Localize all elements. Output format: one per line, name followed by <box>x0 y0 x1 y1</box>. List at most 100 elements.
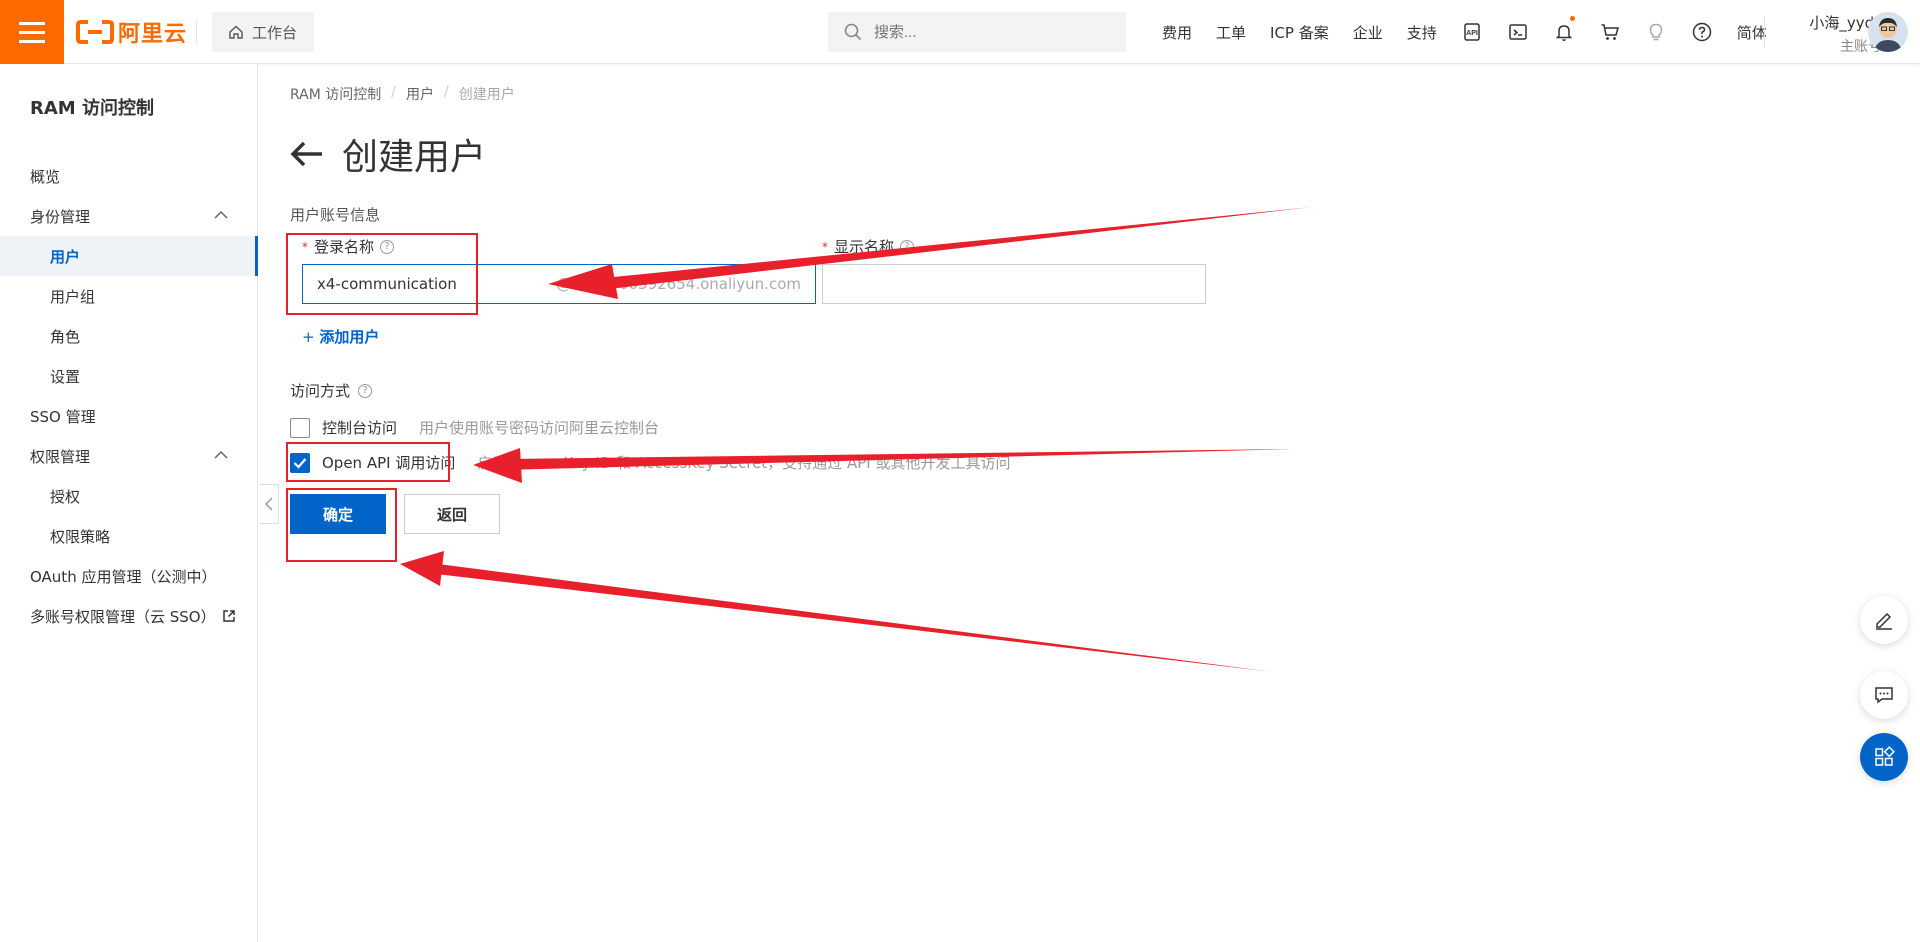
sidebar-item-label: SSO 管理 <box>30 407 96 426</box>
user-avatar-icon <box>1868 12 1908 52</box>
top-bar: 阿里云 工作台 费用 工单 ICP 备案 企业 支持 API <box>0 0 1920 64</box>
access-method-label: 访问方式 ? <box>290 380 373 401</box>
svg-text:API: API <box>1466 30 1478 37</box>
sidebar-item-overview[interactable]: 概览 <box>0 156 258 196</box>
nav-link-tickets[interactable]: 工单 <box>1204 22 1258 43</box>
back-button[interactable]: 返回 <box>404 494 500 534</box>
sidebar-item-permissions[interactable]: 权限管理 <box>0 436 258 476</box>
api-icon[interactable]: API <box>1449 0 1495 64</box>
divider <box>196 20 197 44</box>
api-access-checkbox[interactable] <box>290 452 310 473</box>
api-access-description: 启用 AccessKey ID 和 AccessKey Secret，支持通过 … <box>477 454 1011 472</box>
sidebar-collapse-button[interactable] <box>259 484 279 524</box>
login-name-label: * 登录名称 ? <box>302 236 395 257</box>
page-title: 创建用户 <box>342 137 487 178</box>
breadcrumb-item-users[interactable]: 用户 <box>406 84 434 104</box>
help-icon[interactable]: ? <box>358 383 373 398</box>
sidebar-item-label: 权限管理 <box>30 447 91 466</box>
sidebar-item-user-groups[interactable]: 用户组 <box>0 276 258 316</box>
search-icon <box>844 23 862 41</box>
help-icon[interactable]: ? <box>380 239 395 254</box>
sidebar-item-policies[interactable]: 权限策略 <box>0 516 258 556</box>
required-marker: * <box>822 239 828 254</box>
login-name-label-text: 登录名称 <box>314 238 375 256</box>
sidebar-item-label: 用户 <box>50 247 81 266</box>
add-user-button[interactable]: + 添加用户 <box>302 326 379 347</box>
aliyun-logo-mark-icon <box>76 20 114 44</box>
sidebar-item-label: 授权 <box>50 487 81 506</box>
sidebar-item-label: 多账号权限管理（云 SSO） <box>30 607 216 626</box>
sidebar-item-label: 角色 <box>50 327 81 346</box>
breadcrumb-item-ram[interactable]: RAM 访问控制 <box>290 84 381 104</box>
nav-link-fees[interactable]: 费用 <box>1150 22 1204 43</box>
apps-grid-icon <box>1875 746 1895 766</box>
plus-icon: + <box>302 328 320 346</box>
sidebar-item-label: 身份管理 <box>30 207 91 226</box>
page-header: 创建用户 <box>290 128 486 180</box>
external-link-icon <box>222 610 235 622</box>
nav-link-support[interactable]: 支持 <box>1395 22 1449 43</box>
add-user-label: 添加用户 <box>319 328 380 346</box>
sidebar: RAM 访问控制 概览 身份管理 用户 用户组 角色 设置 SSO 管理 权限管… <box>0 64 258 942</box>
sidebar-item-identity[interactable]: 身份管理 <box>0 196 258 236</box>
sidebar-item-label: 设置 <box>50 367 81 386</box>
chevron-up-icon <box>214 210 228 219</box>
required-marker: * <box>302 239 308 254</box>
chat-button[interactable] <box>1860 671 1908 719</box>
sidebar-item-roles[interactable]: 角色 <box>0 316 258 356</box>
lightbulb-icon[interactable] <box>1633 0 1679 64</box>
display-name-label: * 显示名称 ? <box>822 236 915 257</box>
apps-button[interactable] <box>1860 733 1908 781</box>
annotation-arrow <box>436 564 1273 672</box>
console-access-label: 控制台访问 <box>322 419 398 437</box>
breadcrumb-item-current: 创建用户 <box>458 87 515 103</box>
notification-dot <box>1569 16 1575 21</box>
workbench-button[interactable]: 工作台 <box>212 12 314 52</box>
terminal-icon[interactable] <box>1495 0 1541 64</box>
help-icon[interactable]: ? <box>900 239 915 254</box>
sidebar-item-oauth[interactable]: OAuth 应用管理（公测中） <box>0 556 258 596</box>
console-access-checkbox[interactable] <box>290 417 310 438</box>
aliyun-logo[interactable]: 阿里云 <box>76 16 187 48</box>
sidebar-item-users[interactable]: 用户 <box>0 236 258 276</box>
language-switch[interactable]: 简体 <box>1725 22 1779 43</box>
api-access-option[interactable]: Open API 调用访问 启用 AccessKey ID 和 AccessKe… <box>290 452 1010 473</box>
avatar[interactable] <box>1868 12 1908 52</box>
workbench-label: 工作台 <box>252 23 298 42</box>
login-name-value: x4-communication <box>317 275 457 293</box>
user-role: 主账号 <box>1840 39 1882 55</box>
login-name-domain-suffix: @1520700392654.onaliyun.com <box>556 275 801 293</box>
breadcrumb-separator: / <box>444 84 449 100</box>
annotation-arrow <box>400 551 444 586</box>
section-label: 用户账号信息 <box>290 206 381 224</box>
console-access-description: 用户使用账号密码访问阿里云控制台 <box>419 419 660 437</box>
confirm-button[interactable]: 确定 <box>290 494 386 534</box>
pencil-icon <box>1876 612 1892 630</box>
sidebar-item-settings[interactable]: 设置 <box>0 356 258 396</box>
chat-bubble-icon <box>1875 687 1893 704</box>
notification-bell-icon[interactable] <box>1541 0 1587 64</box>
sidebar-item-authorization[interactable]: 授权 <box>0 476 258 516</box>
search-box[interactable] <box>828 12 1126 52</box>
menu-icon[interactable] <box>0 0 64 64</box>
sidebar-item-label: 概览 <box>30 167 61 186</box>
login-name-input[interactable]: x4-communication @1520700392654.onaliyun… <box>302 264 816 304</box>
nav-link-icp[interactable]: ICP 备案 <box>1258 22 1341 43</box>
sidebar-item-cloud-sso[interactable]: 多账号权限管理（云 SSO） <box>0 596 258 636</box>
console-access-option[interactable]: 控制台访问 用户使用账号密码访问阿里云控制台 <box>290 417 659 438</box>
divider <box>1764 16 1765 48</box>
nav-link-enterprise[interactable]: 企业 <box>1341 22 1395 43</box>
back-arrow-icon[interactable] <box>290 141 324 167</box>
sidebar-item-label: 用户组 <box>50 287 96 306</box>
sidebar-item-label: 权限策略 <box>50 527 111 546</box>
edit-feedback-button[interactable] <box>1860 596 1908 644</box>
cart-icon[interactable] <box>1587 0 1633 64</box>
top-nav: 费用 工单 ICP 备案 企业 支持 API 简体 <box>1150 0 1779 64</box>
breadcrumb-separator: / <box>391 84 396 100</box>
checkmark-icon <box>293 457 307 469</box>
display-name-input[interactable] <box>822 264 1206 304</box>
sidebar-item-label: OAuth 应用管理（公测中） <box>30 567 217 586</box>
sidebar-item-sso[interactable]: SSO 管理 <box>0 396 258 436</box>
help-icon[interactable] <box>1679 0 1725 64</box>
search-input[interactable] <box>874 23 1104 41</box>
